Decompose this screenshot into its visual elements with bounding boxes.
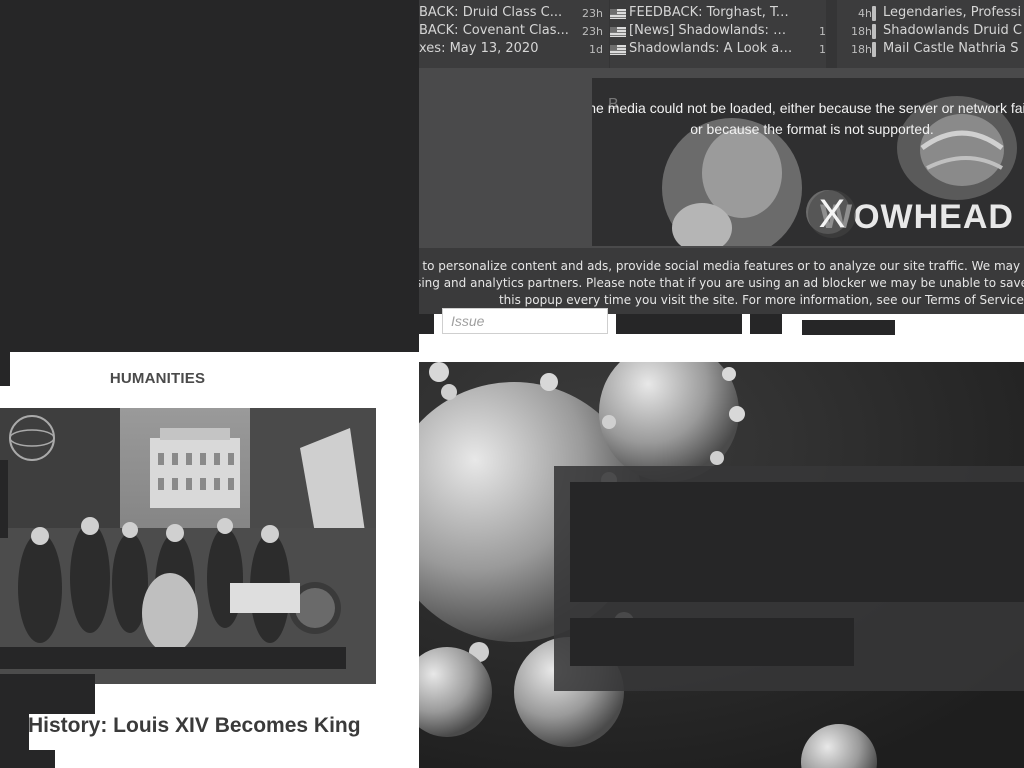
- us-flag-icon: [610, 45, 626, 55]
- card-gutter: [392, 352, 419, 768]
- news-item-title[interactable]: BACK: Druid Class C...: [419, 5, 569, 20]
- news-item-age: 18h: [819, 43, 826, 56]
- news-item-title[interactable]: Legendaries, Professi: [883, 5, 1024, 20]
- news-item-title[interactable]: Shadowlands Druid C: [883, 23, 1024, 38]
- news-item-age: 23h: [582, 7, 603, 20]
- redacted-block: [0, 714, 29, 750]
- news-item-age: 18h: [819, 25, 826, 38]
- us-flag-icon: [610, 9, 626, 19]
- news-column-1: BACK: Druid Class C... 23h BACK: Covenan…: [419, 0, 609, 68]
- search-button[interactable]: [616, 314, 742, 334]
- redacted-block: [419, 314, 434, 334]
- news-item-age: 18h: [851, 25, 872, 38]
- news-item[interactable]: xes: May 13, 2020 1d: [419, 40, 609, 58]
- search-row: [419, 308, 1024, 362]
- redacted-tag: [0, 674, 95, 714]
- article-image[interactable]: [0, 408, 376, 684]
- news-strip: BACK: Druid Class C... 23h BACK: Covenan…: [419, 0, 1024, 68]
- news-item-age: 1d: [589, 43, 603, 56]
- article-card[interactable]: HUMANITIES History: Louis XIV Becomes Ki…: [0, 352, 392, 768]
- close-video-button[interactable]: X: [808, 190, 856, 238]
- hero-text-overlay: [554, 466, 1024, 691]
- cookie-line: dvertising and analytics partners. Pleas…: [419, 276, 1024, 290]
- category-label: HUMANITIES: [109, 370, 206, 387]
- redacted-title: [570, 482, 1024, 602]
- cookie-line: this popup every time you visit the site…: [498, 293, 1024, 307]
- filter-button[interactable]: [750, 314, 782, 334]
- news-item[interactable]: Shadowlands: A Look at C... 18h: [610, 40, 826, 58]
- redacted-subtitle: [570, 618, 854, 666]
- news-item-age: 23h: [582, 25, 603, 38]
- video-player[interactable]: B WOWHEAD The media could not be loaded,…: [592, 78, 1024, 246]
- news-item-age: 18h: [851, 43, 872, 56]
- news-item-title[interactable]: xes: May 13, 2020: [419, 41, 569, 56]
- news-column-2: FEEDBACK: Torghast, Tow... 4h [News] Sha…: [610, 0, 826, 68]
- news-item[interactable]: BACK: Covenant Clas... 23h: [419, 22, 609, 40]
- news-col3-ages: 4h 18h 18h: [837, 0, 877, 68]
- hero-banner[interactable]: [419, 362, 1024, 768]
- media-error-message: The media could not be loaded, either be…: [592, 100, 1024, 137]
- us-flag-icon: [610, 27, 626, 37]
- redacted-caption: [0, 647, 346, 669]
- submit-button[interactable]: [802, 320, 895, 335]
- painting-illustration: [0, 408, 376, 684]
- news-item[interactable]: BACK: Druid Class C... 23h: [419, 4, 609, 22]
- news-item-title[interactable]: FEEDBACK: Torghast, Tow...: [629, 5, 794, 20]
- cookie-notice-text: ookies to personalize content and ads, p…: [419, 258, 1024, 309]
- redacted-block: [0, 750, 55, 768]
- news-item[interactable]: [News] Shadowlands: A L... 18h: [610, 22, 826, 40]
- news-item[interactable]: FEEDBACK: Torghast, Tow... 4h: [610, 4, 826, 22]
- issue-search-input[interactable]: [442, 308, 608, 334]
- cookie-notice: ookies to personalize content and ads, p…: [419, 248, 1024, 314]
- news-item-title[interactable]: Mail Castle Nathria S: [883, 41, 1024, 56]
- news-item-title[interactable]: BACK: Covenant Clas...: [419, 23, 574, 38]
- news-item-title[interactable]: Shadowlands: A Look at C...: [629, 41, 794, 56]
- news-item-title[interactable]: [News] Shadowlands: A L...: [629, 23, 794, 38]
- article-title-link[interactable]: History: Louis XIV Becomes King: [28, 714, 361, 738]
- news-item-age: 4h: [858, 7, 872, 20]
- cookie-line: ookies to personalize content and ads, p…: [419, 259, 1024, 273]
- redacted-block: [0, 460, 8, 538]
